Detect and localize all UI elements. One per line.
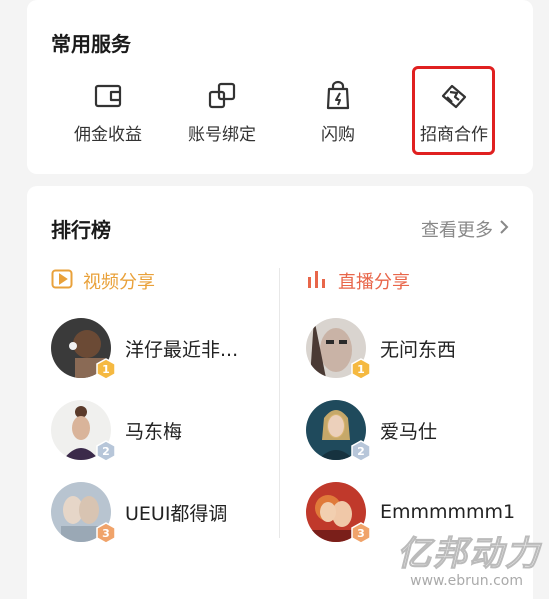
highlight-box — [412, 66, 495, 155]
rank-name: 无问东西 — [380, 338, 457, 361]
bar-chart-icon — [306, 269, 328, 294]
rank-badge: 1 — [95, 358, 117, 380]
service-commission[interactable]: 佣金收益 — [53, 80, 163, 145]
services-card: 常用服务 佣金收益 账号绑定 闪购 招商合作 — [27, 0, 533, 174]
rank-name: Emmmmmm1 — [380, 501, 516, 523]
live-rank-item[interactable]: 1 无问东西 — [306, 318, 457, 380]
service-label: 闪购 — [321, 125, 355, 145]
wallet-icon — [92, 80, 124, 112]
rank-badge: 2 — [95, 440, 117, 462]
services-title: 常用服务 — [51, 32, 131, 56]
video-rank-item[interactable]: 3 UEUI都得调 — [51, 482, 228, 544]
service-label: 佣金收益 — [74, 125, 142, 145]
service-account-binding[interactable]: 账号绑定 — [167, 80, 277, 145]
chevron-right-icon — [499, 219, 509, 240]
rank-badge: 3 — [350, 522, 372, 544]
live-rank-item[interactable]: 2 爱马仕 — [306, 400, 438, 462]
video-rank-item[interactable]: 1 洋仔最近非... — [51, 318, 239, 380]
rank-name: 洋仔最近非... — [125, 338, 239, 361]
video-share-header[interactable]: 视频分享 — [51, 268, 155, 294]
view-more-link[interactable]: 查看更多 — [421, 216, 509, 242]
flash-bag-icon — [322, 80, 354, 112]
rank-badge: 2 — [350, 440, 372, 462]
video-rank-item[interactable]: 2 马东梅 — [51, 400, 183, 462]
rank-name: 马东梅 — [125, 420, 183, 443]
link-icon — [206, 80, 238, 112]
ranking-title: 排行榜 — [51, 218, 111, 242]
watermark: 亿邦动力 www.ebrun.com — [397, 526, 541, 590]
video-share-title: 视频分享 — [83, 272, 155, 293]
play-icon — [51, 269, 73, 294]
view-more-label: 查看更多 — [421, 220, 493, 241]
watermark-main: 亿邦动力 — [397, 534, 541, 575]
column-divider — [279, 268, 280, 538]
watermark-sub: www.ebrun.com — [410, 573, 523, 589]
rank-badge: 3 — [95, 522, 117, 544]
live-share-header[interactable]: 直播分享 — [306, 268, 410, 294]
service-flash-sale[interactable]: 闪购 — [283, 80, 393, 145]
live-share-title: 直播分享 — [338, 272, 410, 293]
service-label: 账号绑定 — [188, 125, 256, 145]
rank-name: 爱马仕 — [380, 420, 438, 443]
rank-name: UEUI都得调 — [125, 502, 228, 525]
rank-badge: 1 — [350, 358, 372, 380]
